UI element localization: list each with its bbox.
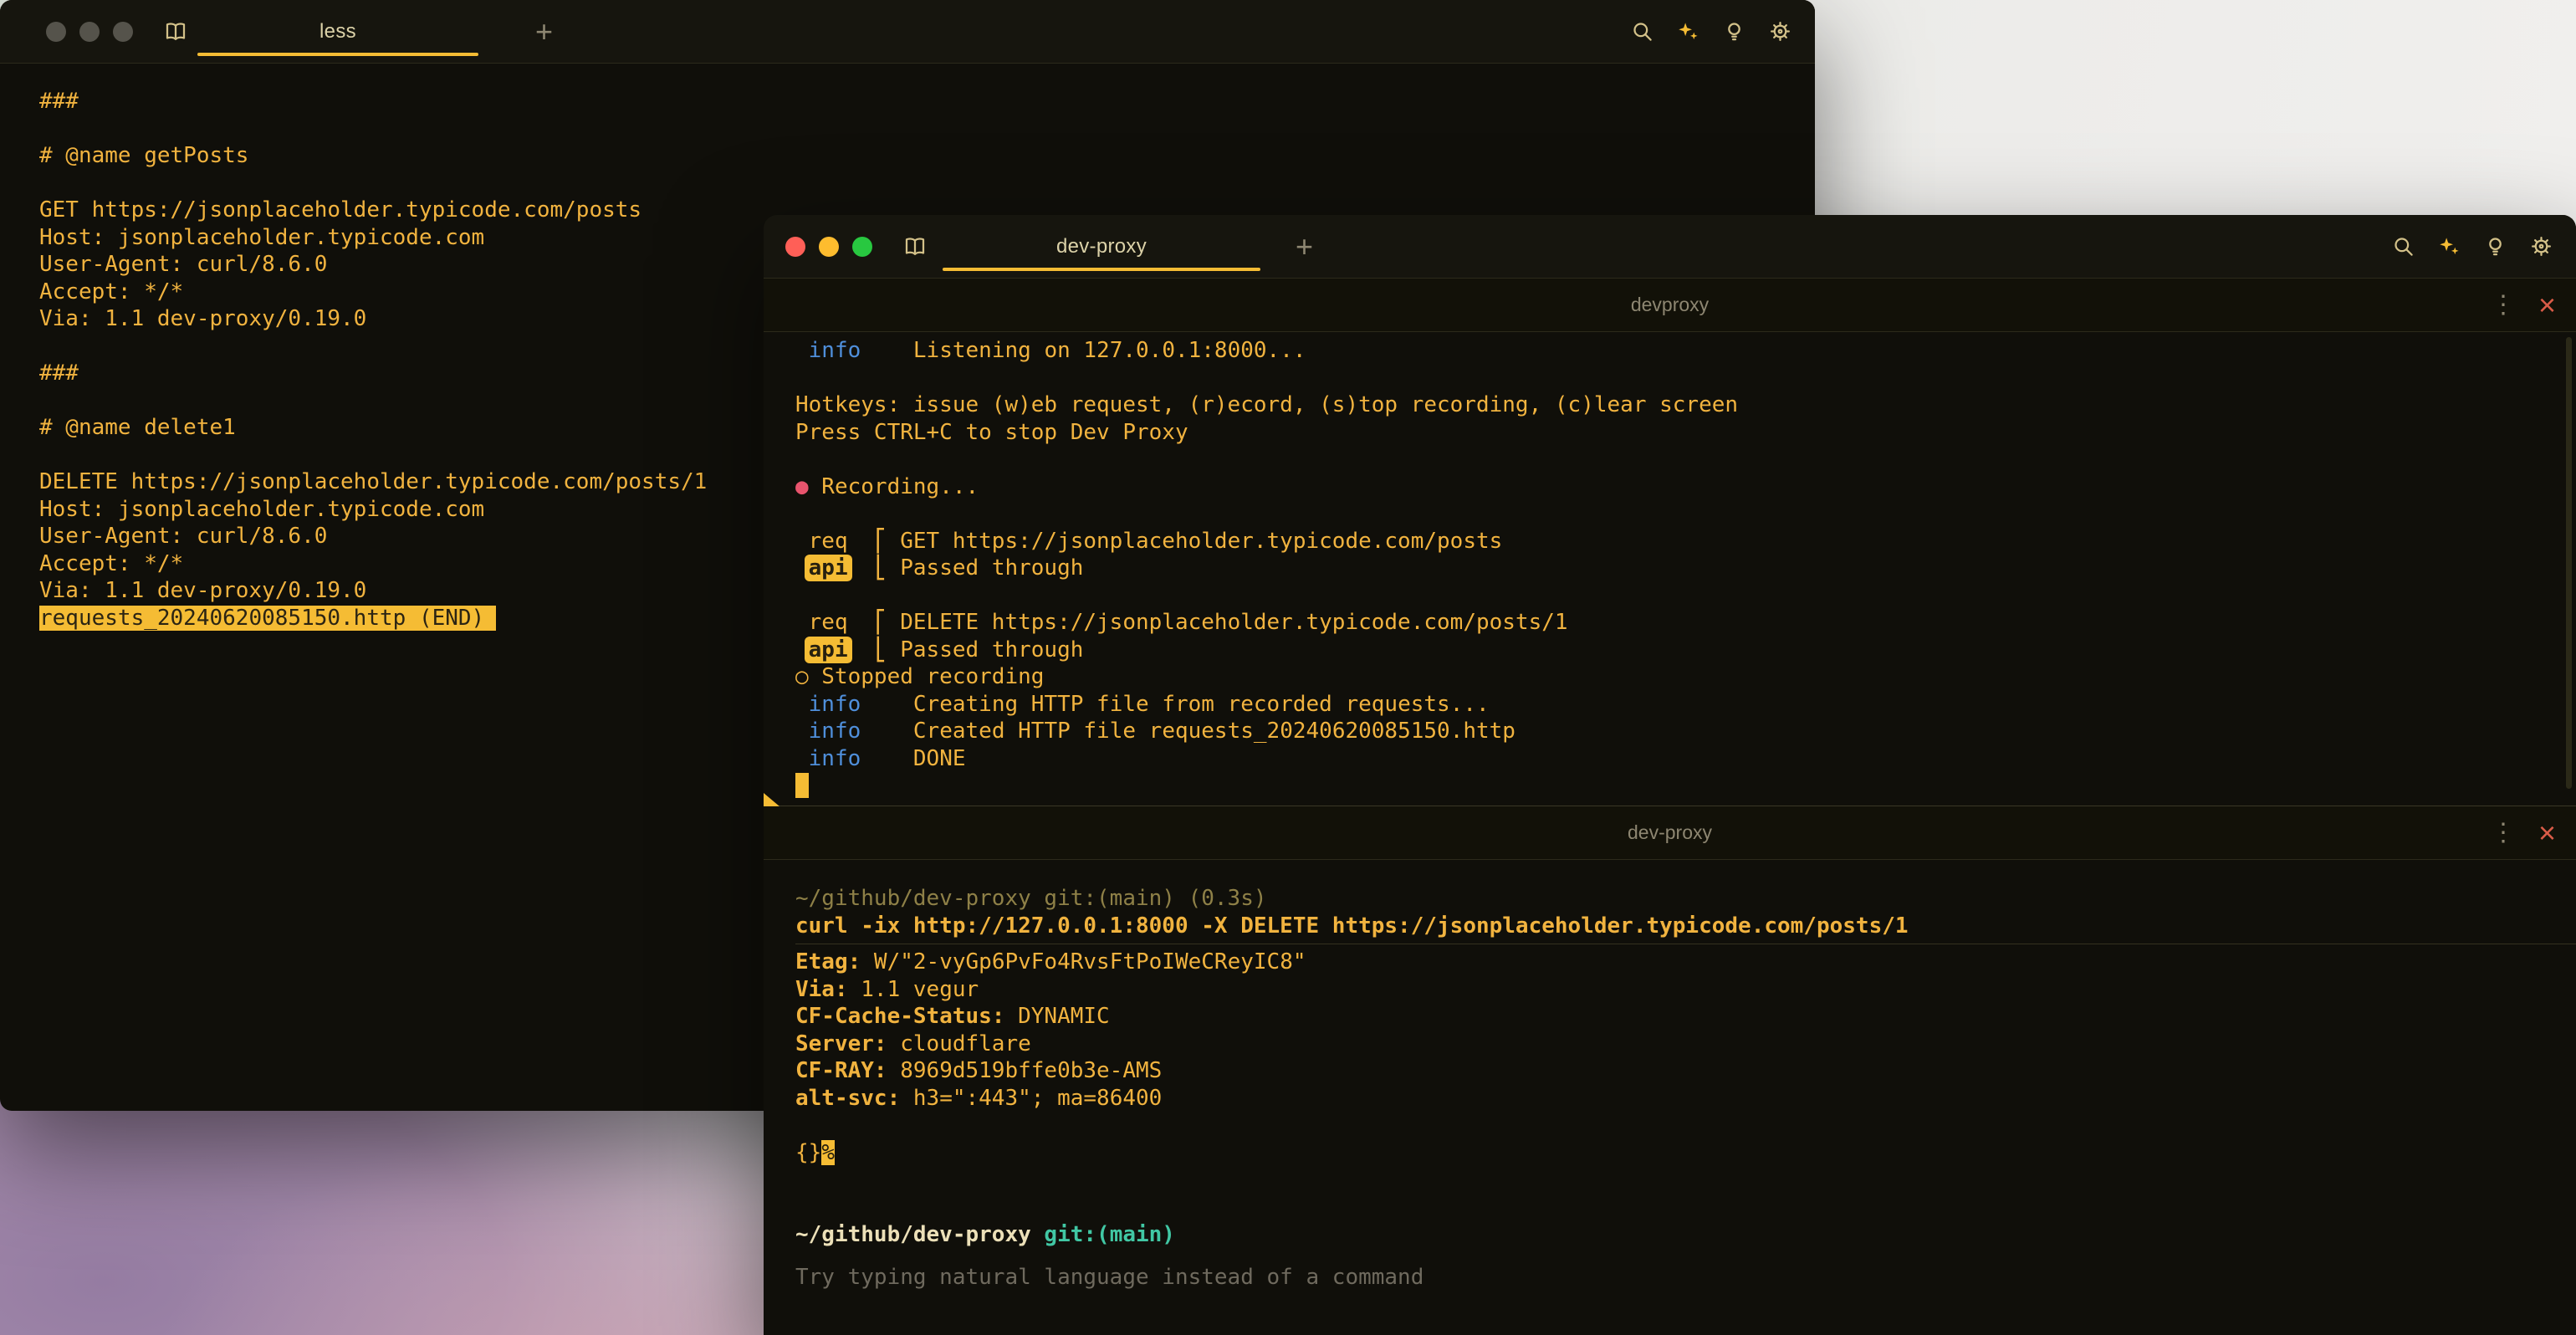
- scrollbar-thumb[interactable]: [2566, 337, 2572, 789]
- shell-prompt: ~/github/dev-proxy git:(main): [795, 1221, 2576, 1249]
- tab-label: less: [319, 20, 356, 43]
- command-block: ~/github/dev-proxy git:(main) (0.3s)curl…: [795, 885, 2576, 939]
- desktop-wallpaper: less + ### # @name getPosts GET https://…: [0, 0, 2576, 1335]
- terminal-line: [795, 582, 2576, 610]
- titlebar-less[interactable]: less +: [0, 0, 1815, 64]
- terminal-line: ~/github/dev-proxy git:(main) (0.3s): [795, 885, 2576, 913]
- terminal-line: [795, 365, 2576, 392]
- terminal-line: # @name getPosts: [39, 142, 1798, 170]
- terminal-line: alt-svc: h3=":443"; ma=86400: [795, 1085, 2576, 1112]
- terminal-line: info DONE: [795, 745, 2576, 773]
- terminal-line: [39, 170, 1798, 197]
- terminal-window-dev-proxy: dev-proxy + devproxy: [764, 215, 2576, 1335]
- terminal-line: Try typing natural language instead of a…: [795, 1264, 2576, 1292]
- close-button[interactable]: [46, 22, 66, 42]
- search-icon[interactable]: [1631, 20, 1653, 43]
- pane-title: devproxy: [764, 279, 2576, 331]
- terminal-line: req ⎡ GET https://jsonplaceholder.typico…: [795, 528, 2576, 555]
- tab-label: dev-proxy: [1056, 235, 1147, 258]
- pane-header[interactable]: devproxy ⋮ ×: [764, 279, 2576, 332]
- terminal-line: curl -ix http://127.0.0.1:8000 -X DELETE…: [795, 913, 2576, 940]
- terminal-line: CF-Cache-Status: DYNAMIC: [795, 1003, 2576, 1031]
- window-controls: [764, 237, 872, 257]
- terminal-line: ~/github/dev-proxy git:(main): [795, 1221, 2576, 1249]
- terminal-line: Press CTRL+C to stop Dev Proxy: [795, 419, 2576, 447]
- terminal-line: [795, 500, 2576, 528]
- pane-shell: dev-proxy ⋮ × ~/github/dev-proxy git:(ma…: [764, 806, 2576, 1291]
- terminal-line: [795, 446, 2576, 473]
- terminal-line: req ⎡ DELETE https://jsonplaceholder.typ…: [795, 609, 2576, 637]
- pane-close-icon[interactable]: ×: [2538, 806, 2556, 859]
- command-input[interactable]: Try typing natural language instead of a…: [795, 1264, 2576, 1292]
- devproxy-output: info Listening on 127.0.0.1:8000... Hotk…: [764, 332, 2576, 800]
- terminal-line: [795, 772, 2576, 800]
- settings-gear-icon[interactable]: [2530, 235, 2553, 258]
- zoom-button[interactable]: [113, 22, 133, 42]
- minimize-button[interactable]: [79, 22, 100, 42]
- terminal-line: ○ Stopped recording: [795, 663, 2576, 691]
- pane-menu-kebab-icon[interactable]: ⋮: [2491, 806, 2516, 859]
- terminal-line: {}%: [795, 1139, 2576, 1167]
- bookmarks-icon[interactable]: [163, 19, 188, 44]
- shell-output: ~/github/dev-proxy git:(main) (0.3s)curl…: [764, 860, 2576, 1291]
- tab-dev-proxy[interactable]: dev-proxy: [934, 215, 1269, 278]
- close-button[interactable]: [785, 237, 805, 257]
- response-block: Etag: W/"2-vyGp6PvFo4RvsFtPoIWeCReyIC8"V…: [795, 944, 2576, 1166]
- new-tab-button[interactable]: +: [535, 0, 553, 63]
- lightbulb-icon[interactable]: [1723, 20, 1745, 43]
- minimize-button[interactable]: [819, 237, 839, 257]
- pane-devproxy: devproxy ⋮ × info Listening on 127.0.0.1…: [764, 279, 2576, 806]
- terminal-line: Via: 1.1 vegur: [795, 976, 2576, 1004]
- terminal-line: CF-RAY: 8969d519bffe0b3e-AMS: [795, 1057, 2576, 1085]
- terminal-line: ###: [39, 88, 1798, 115]
- terminal-line: Hotkeys: issue (w)eb request, (r)ecord, …: [795, 391, 2576, 419]
- sparkles-icon[interactable]: [2438, 235, 2461, 258]
- terminal-line: info Creating HTTP file from recorded re…: [795, 691, 2576, 719]
- tab-less[interactable]: less: [189, 0, 487, 63]
- pane-menu-kebab-icon[interactable]: ⋮: [2491, 279, 2516, 331]
- settings-gear-icon[interactable]: [1769, 20, 1791, 43]
- titlebar-dev-proxy[interactable]: dev-proxy +: [764, 215, 2576, 279]
- terminal-line: ● Recording...: [795, 473, 2576, 501]
- terminal-line: info Created HTTP file requests_20240620…: [795, 718, 2576, 745]
- terminal-line: info Listening on 127.0.0.1:8000...: [795, 337, 2576, 365]
- pane-header[interactable]: dev-proxy ⋮ ×: [764, 806, 2576, 860]
- terminal-line: [39, 115, 1798, 143]
- terminal-line: Etag: W/"2-vyGp6PvFo4RvsFtPoIWeCReyIC8": [795, 949, 2576, 976]
- terminal-line: Server: cloudflare: [795, 1031, 2576, 1058]
- bookmarks-icon[interactable]: [902, 234, 928, 259]
- zoom-button[interactable]: [852, 237, 872, 257]
- pane-close-icon[interactable]: ×: [2538, 279, 2556, 331]
- terminal-line: api ⎣ Passed through: [795, 555, 2576, 582]
- pane-title: dev-proxy: [764, 806, 2576, 859]
- window-controls: [0, 22, 133, 42]
- titlebar-toolbar: [2392, 215, 2553, 278]
- sparkles-icon[interactable]: [1677, 20, 1699, 43]
- terminal-line: api ⎣ Passed through: [795, 637, 2576, 664]
- search-icon[interactable]: [2392, 235, 2415, 258]
- titlebar-toolbar: [1631, 0, 1791, 63]
- terminal-line: [795, 1112, 2576, 1139]
- new-tab-button[interactable]: +: [1296, 215, 1313, 278]
- lightbulb-icon[interactable]: [2484, 235, 2507, 258]
